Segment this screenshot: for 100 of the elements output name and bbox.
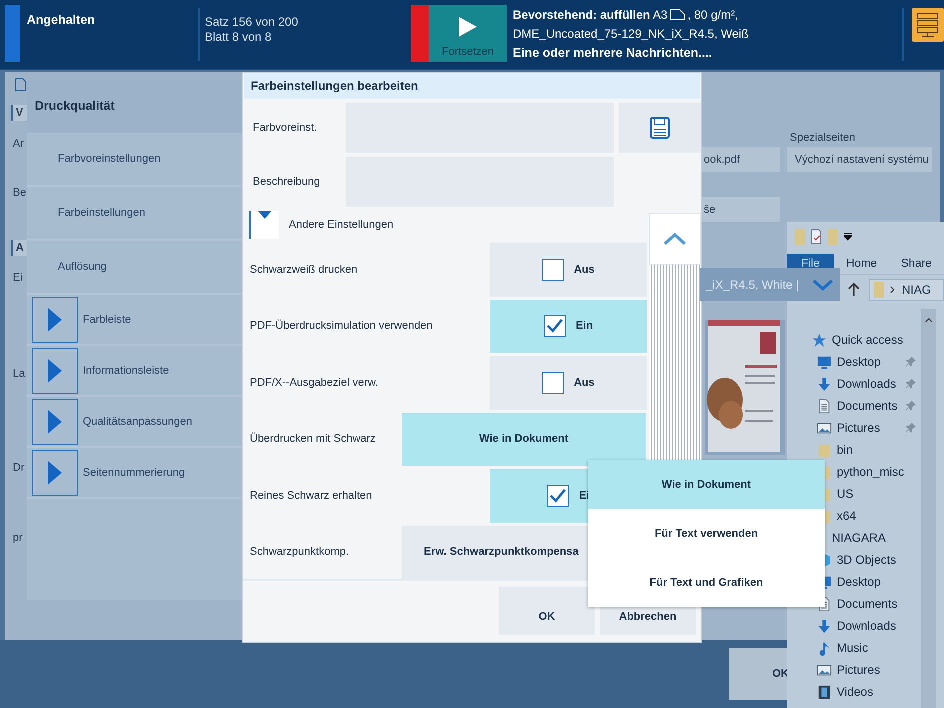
server-icon[interactable]: [912, 8, 944, 42]
up-arrow-icon[interactable]: [847, 283, 861, 297]
field-label: La: [13, 368, 26, 380]
setting-label: Schwarzpunktkomp.: [249, 545, 350, 560]
properties-icon[interactable]: [811, 229, 822, 245]
sidebar-item[interactable]: Farbvoreinstellungen: [58, 153, 161, 165]
sidebar-item[interactable]: Auflösung: [58, 261, 107, 273]
expand-button[interactable]: [32, 296, 78, 342]
toggle-button[interactable]: Aus: [490, 356, 647, 410]
messages-link[interactable]: Eine oder mehrere Nachrichten....: [513, 46, 882, 60]
tree-item-label[interactable]: Documents: [837, 597, 898, 611]
film-icon: [817, 684, 832, 700]
field-label: Beschreibung: [252, 175, 322, 190]
dialog-button[interactable]: OK: [499, 587, 595, 635]
panel-title: Druckqualität: [27, 80, 242, 133]
paper-weight: , 80 g/m²,: [688, 8, 738, 22]
tree-item-label[interactable]: Downloads: [837, 377, 896, 391]
tree-item-label[interactable]: Pictures: [837, 421, 880, 435]
sidebar-item[interactable]: Seitennummerierung: [83, 466, 186, 478]
expand-button[interactable]: [32, 450, 78, 496]
job-counter: Satz 156 von 200: [205, 15, 300, 29]
value-field[interactable]: še: [702, 197, 780, 222]
tree-item-label[interactable]: x64: [837, 509, 856, 523]
value-field[interactable]: ook.pdf: [702, 147, 780, 172]
tree-item-label[interactable]: Desktop: [837, 355, 882, 369]
dropdown-option[interactable]: Wie in Dokument: [588, 460, 825, 509]
section-title[interactable]: Andere Einstellungen: [289, 219, 394, 231]
document-icon: [15, 78, 27, 92]
address-bar[interactable]: NIAG: [869, 279, 944, 301]
play-icon: [458, 16, 478, 38]
dropdown-option[interactable]: Für Text verwenden: [588, 509, 825, 558]
tree-item-label[interactable]: python_misc: [837, 465, 904, 479]
triangle-icon: [48, 460, 62, 484]
tree-item-label[interactable]: US: [837, 487, 854, 501]
sidebar-item[interactable]: Qualitätsanpassungen: [83, 416, 192, 428]
field-label: Farbvoreinst.: [252, 121, 318, 136]
tab[interactable]: A: [11, 240, 28, 256]
checkbox[interactable]: [542, 372, 564, 394]
monitor-icon: [817, 354, 832, 370]
tree-item-label[interactable]: Desktop: [837, 575, 882, 589]
toggle-button[interactable]: Aus: [490, 243, 647, 296]
tree-item-label[interactable]: Music: [837, 641, 868, 655]
checkmark-icon: [550, 488, 566, 503]
ribbon-tab[interactable]: Share: [889, 254, 944, 274]
setting-label: Überdrucken mit Schwarz: [249, 432, 377, 448]
download-arrow-icon: [817, 376, 832, 392]
chevron-right-icon: [890, 286, 896, 294]
tree-item-label[interactable]: Quick access: [832, 333, 904, 347]
dropdown-arrow-icon[interactable]: [844, 233, 852, 241]
save-button[interactable]: [619, 103, 701, 153]
field-label: pr: [13, 532, 23, 544]
triangle-icon: [48, 358, 62, 382]
chevron-down-icon: [812, 278, 834, 290]
collapse-button[interactable]: [249, 211, 279, 239]
checkbox[interactable]: [544, 315, 566, 338]
triangle-icon: [48, 308, 62, 332]
field-label: Ar: [13, 138, 24, 150]
checkbox[interactable]: [547, 484, 570, 507]
dialog-title: Farbeinstellungen bearbeiten: [244, 73, 700, 99]
chevron-up-icon[interactable]: [924, 317, 932, 323]
scroll-up-button[interactable]: [649, 213, 701, 265]
expand-button[interactable]: [32, 348, 78, 394]
save-icon: [650, 117, 670, 139]
tree-item-label[interactable]: Documents: [837, 399, 898, 413]
scrollbar[interactable]: [921, 309, 936, 708]
field-label: Dr: [13, 462, 25, 474]
tab[interactable]: V: [11, 105, 28, 121]
checkbox[interactable]: [542, 258, 564, 281]
dropdown-option[interactable]: Für Text und Grafiken: [588, 558, 825, 607]
sidebar-item[interactable]: Farbleiste: [83, 314, 132, 326]
download-arrow-icon: [817, 618, 832, 634]
triangle-icon: [258, 211, 272, 219]
image-icon: [817, 662, 832, 678]
tree-item-label[interactable]: 3D Objects: [837, 553, 896, 567]
tree-item-label[interactable]: Downloads: [837, 619, 896, 633]
expand-button[interactable]: [32, 398, 78, 444]
star-icon: [812, 332, 827, 348]
status-indicator: [5, 5, 20, 62]
upcoming-text: Bevorstehend: auffüllen A3: [513, 8, 668, 22]
tree-item-label[interactable]: Videos: [837, 685, 874, 699]
field-label: Be: [13, 187, 26, 199]
tree-item-label[interactable]: bin: [837, 443, 854, 457]
select-button[interactable]: Wie in Dokument: [402, 412, 646, 466]
media-name: DME_Uncoated_75-129_NK_iX_R4.5, Weiß: [513, 27, 750, 41]
sidebar-item[interactable]: Informationsleiste: [83, 364, 170, 376]
printer-state: Angehalten: [27, 13, 96, 29]
checkmark-icon: [546, 319, 563, 334]
toggle-button[interactable]: Ein: [490, 300, 647, 353]
setting-label: Reines Schwarz erhalten: [249, 488, 374, 504]
sidebar-item[interactable]: Farbeinstellungen: [58, 207, 146, 219]
tree-item-label[interactable]: NIAGARA: [832, 531, 886, 545]
triangle-icon: [48, 410, 62, 434]
music-note-icon: [817, 640, 832, 656]
job-counter: Blatt 8 von 8: [205, 30, 273, 44]
value-field[interactable]: Výchozí nastavení systému: [787, 147, 932, 172]
folder-icon: [874, 282, 884, 298]
tree-item-label[interactable]: Pictures: [837, 663, 880, 677]
stop-indicator: [411, 5, 429, 62]
setting-label: PDF-Überdrucksimulation verwenden: [249, 318, 434, 334]
chevron-up-icon: [663, 233, 688, 245]
